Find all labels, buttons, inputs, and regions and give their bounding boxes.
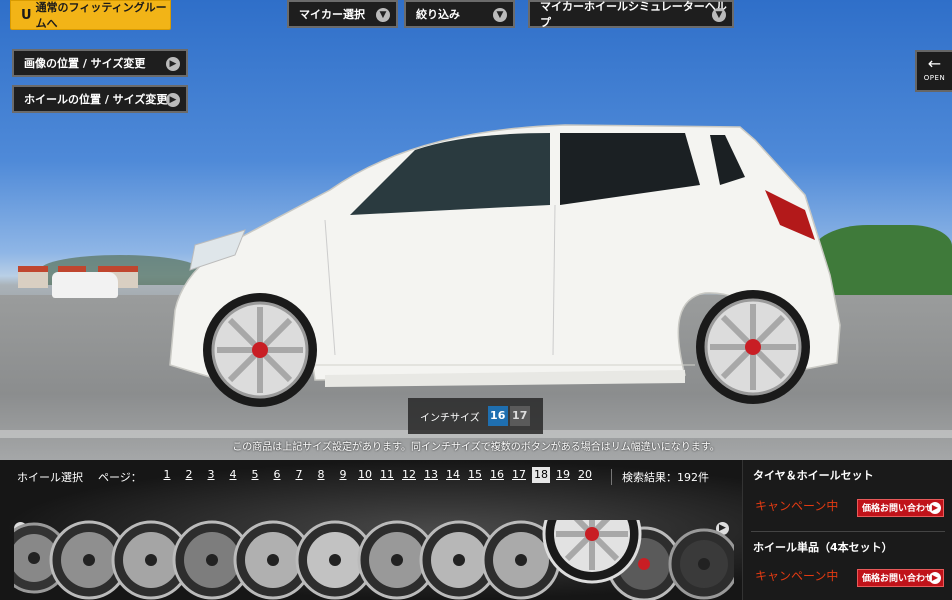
fitting-room-label: 通常のフィッティングルームへ — [35, 1, 167, 30]
single-inquiry-button[interactable]: 価格お問い合わせ ▶ — [857, 569, 944, 587]
arrow-left-icon: ← — [927, 54, 942, 73]
search-results-count: 検索結果：192件 — [611, 469, 709, 485]
page-link[interactable]: 8 — [310, 467, 332, 483]
my-car-select-button[interactable]: マイカー選択 ▼ — [287, 0, 398, 28]
chevron-right-icon: ▶ — [166, 93, 180, 107]
car-preview-stage: U 通常のフィッティングルームへ マイカー選択 ▼ 絞り込み ▼ マイカーホイー… — [0, 0, 952, 460]
set-inquiry-label: 価格お問い合わせ — [862, 504, 935, 514]
chevron-right-icon: ▶ — [929, 502, 941, 514]
filter-label: 絞り込み — [416, 8, 460, 21]
car-image[interactable] — [165, 115, 845, 415]
open-label: OPEN — [923, 74, 946, 82]
page-link[interactable]: 14 — [442, 467, 464, 483]
page-link[interactable]: 17 — [508, 467, 530, 483]
single-inquiry-label: 価格お問い合わせ — [862, 574, 935, 584]
background-building — [18, 266, 48, 288]
wheel-select-label: ホイール選択 — [17, 471, 83, 484]
inch-size-label: インチサイズ — [420, 412, 480, 424]
inch-option-16[interactable]: 16 — [487, 406, 508, 426]
chevron-down-icon: ▼ — [712, 8, 726, 22]
image-resize-label: 画像の位置 / サイズ変更 — [24, 57, 146, 70]
chevron-right-icon: ▶ — [929, 572, 941, 584]
wheel-thumbnail[interactable] — [668, 528, 734, 600]
my-car-select-label: マイカー選択 — [299, 8, 365, 21]
chevron-down-icon: ▼ — [493, 8, 507, 22]
page-link[interactable]: 15 — [464, 467, 486, 483]
wheel-single-title: ホイール単品（4本セット） — [753, 541, 893, 554]
tire-wheel-set-title: タイヤ＆ホイールセット — [753, 469, 874, 482]
chevron-down-icon: ▼ — [376, 8, 390, 22]
open-panel-button[interactable]: ← OPEN — [915, 50, 952, 92]
page-link[interactable]: 19 — [552, 467, 574, 483]
size-notice: この商品は上記サイズ設定があります。同インチサイズで複数のボタンがある場合はリム… — [232, 442, 720, 453]
page-link[interactable]: 11 — [376, 467, 398, 483]
pagination: 1 2 3 4 5 6 7 8 9 10 11 12 13 14 15 16 1… — [156, 467, 596, 483]
page-link-current[interactable]: 18 — [532, 467, 550, 483]
page-label: ページ： — [98, 471, 142, 484]
inch-option-17[interactable]: 17 — [509, 406, 530, 426]
page-link[interactable]: 6 — [266, 467, 288, 483]
simulator-help-label: マイカーホイールシミュレーターヘルプ — [540, 0, 727, 29]
u-logo-icon: U — [21, 7, 32, 23]
chevron-right-icon: ▶ — [166, 57, 180, 71]
page-link[interactable]: 20 — [574, 467, 596, 483]
page-link[interactable]: 2 — [178, 467, 200, 483]
single-campaign-text: キャンペーン中 — [755, 569, 839, 583]
page-link[interactable]: 13 — [420, 467, 442, 483]
filter-button[interactable]: 絞り込み ▼ — [404, 0, 515, 28]
page-link[interactable]: 5 — [244, 467, 266, 483]
set-campaign-text: キャンペーン中 — [755, 499, 839, 513]
simulator-help-button[interactable]: マイカーホイールシミュレーターヘルプ ▼ — [528, 0, 734, 29]
set-inquiry-button[interactable]: 価格お問い合わせ ▶ — [857, 499, 944, 517]
page-link[interactable]: 3 — [200, 467, 222, 483]
front-wheel — [203, 293, 317, 407]
page-link[interactable]: 10 — [354, 467, 376, 483]
page-link[interactable]: 12 — [398, 467, 420, 483]
wheel-carousel — [14, 520, 734, 600]
wheel-resize-button[interactable]: ホイールの位置 / サイズ変更 ▶ — [12, 85, 188, 113]
page-link[interactable]: 16 — [486, 467, 508, 483]
inch-size-selector: インチサイズ 16 17 — [408, 398, 543, 434]
fitting-room-link[interactable]: U 通常のフィッティングルームへ — [10, 0, 171, 30]
wheel-resize-label: ホイールの位置 / サイズ変更 — [24, 93, 168, 106]
page-link[interactable]: 4 — [222, 467, 244, 483]
rear-wheel — [696, 290, 810, 404]
image-resize-button[interactable]: 画像の位置 / サイズ変更 ▶ — [12, 49, 188, 77]
divider — [751, 531, 945, 532]
page-link[interactable]: 7 — [288, 467, 310, 483]
page-link[interactable]: 9 — [332, 467, 354, 483]
price-panel: タイヤ＆ホイールセット キャンペーン中 価格お問い合わせ ▶ ホイール単品（4本… — [742, 460, 952, 600]
background-van — [52, 272, 118, 298]
page-link[interactable]: 1 — [156, 467, 178, 483]
